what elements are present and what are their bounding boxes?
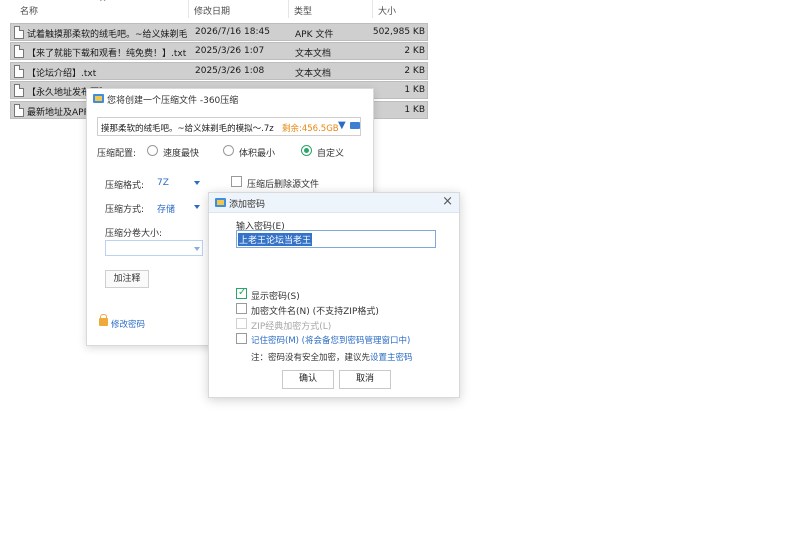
archive-path-input[interactable]: 摸那柔软的绒毛吧。~给义妹剃毛的模拟～.7z 剩余:456.5GB ▼ [97,117,361,136]
show-password-label[interactable]: 显示密码(S) [251,289,300,302]
folder-icon [350,122,360,129]
volume-size-input[interactable] [105,240,203,256]
column-divider[interactable] [372,0,373,18]
ok-button[interactable]: 确认 [282,370,334,389]
chevron-down-icon[interactable] [194,247,200,251]
encrypt-filenames-label[interactable]: 加密文件名(N) (不支持ZIP格式) [251,304,379,317]
zip-classic-label: ZIP经典加密方式(L) [251,322,332,332]
compress-dialog-title: 您将创建一个压缩文件 -360压缩 [107,96,239,106]
browse-folder-button[interactable] [349,119,361,131]
archive-path-text: 摸那柔软的绒毛吧。~给义妹剃毛的模拟～.7z [101,124,274,134]
radio-fastest-label[interactable]: 速度最快 [163,146,199,159]
file-size: 502,985 KB [372,27,425,37]
radio-custom[interactable] [301,145,312,156]
close-icon[interactable]: × [442,194,453,209]
remember-password-checkbox[interactable] [236,333,247,344]
method-select[interactable]: 存储 [157,202,175,215]
chevron-down-icon[interactable] [194,181,200,185]
remember-password-label[interactable]: 记住密码(M) (将会备您到密码管理窗口中) [251,334,410,346]
chevron-down-icon[interactable] [194,205,200,209]
radio-fastest[interactable] [147,145,158,156]
chevron-down-icon[interactable]: ▼ [338,120,346,131]
password-dialog-titlebar[interactable]: 添加密码 × [209,193,459,213]
password-dialog-title: 添加密码 [229,200,266,210]
set-master-password-link[interactable]: 设置主密码 [370,351,413,363]
column-header-name[interactable]: 名称 [20,4,38,17]
cancel-button[interactable]: 取消 [339,370,391,389]
file-size: 1 KB [404,85,425,95]
file-modified: 2025/3/26 1:08 [195,66,265,76]
file-size: 2 KB [404,66,425,76]
file-type: APK 文件 [295,30,334,40]
format-label: 压缩格式: [105,181,145,191]
radio-smallest[interactable] [223,145,234,156]
file-size: 1 KB [404,105,425,115]
password-value: 上老王论坛当老王 [238,233,313,246]
file-name: 【论坛介绍】.txt [27,69,97,79]
delete-after-checkbox[interactable] [231,176,242,187]
delete-after-label[interactable]: 压缩后删除源文件 [247,177,319,190]
column-divider[interactable] [288,0,289,18]
app-icon [93,94,104,103]
change-password-link[interactable]: 修改密码 [111,318,145,330]
file-row[interactable]: 【来了就能下载和观看！纯免费！】.txt 2025/3/26 1:07 文本文档… [10,42,428,60]
file-icon [14,45,24,58]
file-modified: 2026/7/16 18:45 [195,27,270,37]
free-space-label: 剩余:456.5GB [282,124,339,134]
file-size: 2 KB [404,46,425,56]
column-header-size[interactable]: 大小 [378,4,396,17]
zip-classic-checkbox[interactable] [236,318,247,329]
password-input[interactable]: 上老王论坛当老王 [236,230,436,248]
file-modified: 2025/3/26 1:07 [195,46,265,56]
app-icon [215,198,226,207]
file-icon [14,104,24,117]
show-password-checkbox[interactable] [236,287,247,299]
sort-caret-icon: ^ [99,0,107,8]
file-icon [14,26,24,39]
column-header-type[interactable]: 类型 [294,4,312,17]
radio-smallest-label[interactable]: 体积最小 [239,146,275,159]
file-name: 试着触摸那柔软的绒毛吧。~给义妹剃毛... [27,30,187,40]
lock-icon [99,314,108,326]
file-row[interactable]: 【论坛介绍】.txt 2025/3/26 1:08 文本文档 2 KB [10,62,428,80]
file-icon [14,65,24,78]
column-header-modified[interactable]: 修改日期 [194,4,230,17]
encrypt-filenames-checkbox[interactable] [236,303,247,314]
add-password-dialog: 添加密码 × 输入密码(E) 上老王论坛当老王 显示密码(S) 加密文件名(N)… [208,192,460,398]
volume-size-label: 压缩分卷大小: [105,229,163,239]
method-label: 压缩方式: [105,205,145,215]
security-note: 注：密码没有安全加密，建议先 [251,353,371,363]
file-type: 文本文档 [295,69,332,79]
file-name: 【来了就能下载和观看！纯免费！】.txt [27,49,187,59]
file-row[interactable]: 试着触摸那柔软的绒毛吧。~给义妹剃毛... 2026/7/16 18:45 AP… [10,23,428,41]
column-divider[interactable] [188,0,189,18]
compress-config-label: 压缩配置: [97,149,137,159]
column-header-bar: ^ 名称 修改日期 类型 大小 [0,0,432,18]
format-select[interactable]: 7Z [157,178,169,188]
compress-dialog-titlebar[interactable]: 您将创建一个压缩文件 -360压缩 [87,89,373,109]
file-type: 文本文档 [295,49,332,59]
file-icon [14,84,24,97]
add-comment-button[interactable]: 加注释 [105,270,149,288]
radio-custom-label[interactable]: 自定义 [317,146,344,159]
